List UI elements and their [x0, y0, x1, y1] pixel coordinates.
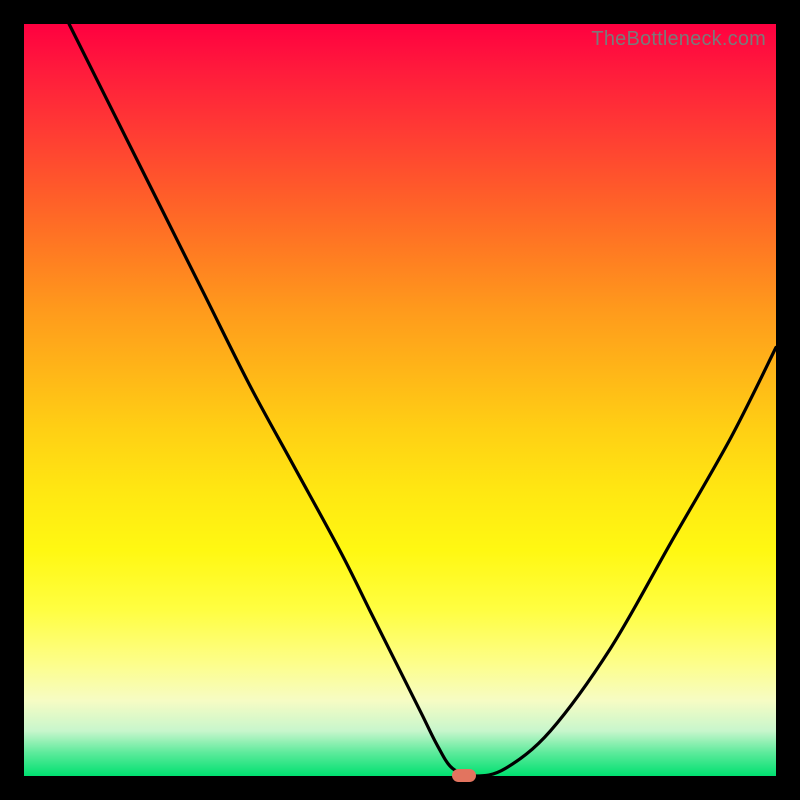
- chart-frame: TheBottleneck.com: [0, 0, 800, 800]
- bottleneck-curve: [24, 24, 776, 776]
- optimum-marker: [452, 769, 476, 782]
- plot-area: TheBottleneck.com: [24, 24, 776, 776]
